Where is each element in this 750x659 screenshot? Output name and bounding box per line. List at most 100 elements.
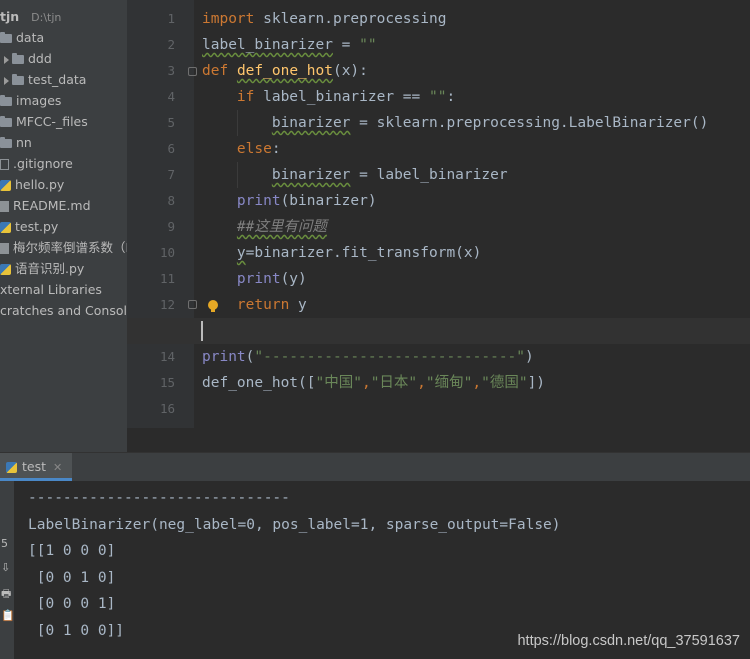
code-token: )	[525, 349, 534, 365]
line-number: 3	[167, 63, 175, 78]
project-item-label: .gitignore	[13, 156, 73, 171]
console-tool-icon[interactable]: 📋	[1, 609, 15, 622]
code-line[interactable]: label_binarizer = ""	[202, 32, 377, 58]
python-file-icon	[0, 180, 11, 191]
code-token: def_one_hot([	[202, 375, 316, 391]
code-token: (x):	[332, 63, 368, 79]
line-number: 16	[159, 401, 175, 416]
project-item[interactable]: test.py	[0, 216, 58, 237]
console-tool-icon[interactable]: ⇩	[1, 561, 10, 574]
project-item[interactable]: test_data	[4, 69, 86, 90]
console-tool-icon[interactable]: 5	[1, 537, 8, 550]
code-line[interactable]: import sklearn.preprocessing	[202, 6, 446, 32]
code-token: = label_binarizer	[350, 167, 508, 183]
project-item[interactable]: 梅尔频率倒谱系数（M	[0, 237, 127, 258]
line-number: 5	[167, 115, 175, 130]
code-token: = sklearn.preprocessing.LabelBinarizer()	[350, 115, 709, 131]
expand-arrow-icon[interactable]	[4, 76, 9, 85]
project-item[interactable]: xternal Libraries	[0, 279, 102, 300]
code-token: =	[332, 37, 360, 53]
code-line[interactable]: print(y)	[202, 266, 307, 292]
fold-marker-icon[interactable]	[188, 67, 197, 76]
console-output-line: [0 0 0 1]	[28, 596, 116, 612]
project-item-label: README.md	[13, 198, 91, 213]
project-item-label: hello.py	[15, 177, 65, 192]
project-item-label: cratches and Console	[0, 303, 127, 318]
code-line[interactable]: y=binarizer.fit_transform(x)	[202, 240, 481, 266]
console-output-line: [[1 0 0 0]	[28, 543, 116, 559]
project-item[interactable]: cratches and Console	[0, 300, 127, 321]
code-line[interactable]: print("-----------------------------")	[202, 344, 534, 370]
folder-icon	[12, 53, 24, 64]
code-token: ""	[429, 89, 447, 105]
project-item[interactable]: images	[0, 90, 61, 111]
project-root[interactable]: tjn D:\tjn	[0, 6, 61, 27]
code-token: print	[236, 271, 281, 287]
run-tab-label: test	[22, 459, 47, 474]
gitignore-file-icon	[0, 159, 9, 170]
project-item[interactable]: data	[0, 27, 44, 48]
project-item-label: nn	[16, 135, 32, 150]
code-token: (y)	[280, 271, 307, 287]
code-token: label_binarizer	[202, 37, 333, 53]
project-item[interactable]: README.md	[0, 195, 91, 216]
project-item[interactable]: MFCC-_files	[0, 111, 88, 132]
code-token: ])	[527, 375, 546, 391]
run-tab-test[interactable]: test ✕	[0, 453, 73, 481]
python-file-icon	[0, 264, 11, 275]
code-token: ,	[361, 375, 371, 391]
run-toolbar: test ✕	[0, 453, 750, 481]
code-line[interactable]: ##这里有问题	[202, 214, 327, 240]
code-line[interactable]: def def_one_hot(x):	[202, 58, 368, 84]
code-line[interactable]: binarizer = sklearn.preprocessing.LabelB…	[202, 110, 709, 136]
code-token: "-----------------------------"	[254, 349, 526, 365]
code-token: "德国"	[481, 375, 528, 391]
console-side-toolbar: 5 ⇩ 🖶 📋	[0, 481, 15, 659]
lightbulb-icon[interactable]	[208, 300, 218, 312]
code-line[interactable]: if label_binarizer == "":	[202, 84, 455, 110]
code-token: (binarizer)	[280, 193, 377, 209]
project-item[interactable]: .gitignore	[0, 153, 73, 174]
code-line[interactable]: else:	[202, 136, 281, 162]
code-line[interactable]: print(binarizer)	[202, 188, 377, 214]
folder-icon	[0, 95, 12, 106]
code-token: def_one_hot	[236, 63, 333, 79]
expand-arrow-icon[interactable]	[4, 55, 9, 64]
line-number: 9	[167, 219, 175, 234]
code-token: y	[236, 245, 246, 261]
project-item-label: MFCC-_files	[16, 114, 88, 129]
console-output-line: ------------------------------	[28, 490, 290, 506]
code-token: sklearn.preprocessing	[254, 11, 447, 27]
console-output-line: LabelBinarizer(neg_label=0, pos_label=1,…	[28, 516, 561, 533]
code-token: "中国"	[315, 375, 362, 391]
project-item[interactable]: nn	[0, 132, 32, 153]
project-root-name: tjn	[0, 9, 20, 24]
text-caret	[201, 321, 203, 341]
project-item[interactable]: 语音识别.py	[0, 258, 84, 279]
line-number: 1	[167, 11, 175, 26]
close-icon[interactable]: ✕	[53, 461, 62, 474]
project-item-label: xternal Libraries	[0, 282, 102, 297]
project-item[interactable]: hello.py	[0, 174, 64, 195]
project-root-path: D:\tjn	[31, 11, 62, 24]
code-line[interactable]: binarizer = label_binarizer	[202, 162, 508, 188]
line-number: 7	[167, 167, 175, 182]
code-line[interactable]: def_one_hot(["中国","日本","缅甸","德国"])	[202, 370, 545, 396]
folder-icon	[12, 74, 24, 85]
python-file-icon	[0, 222, 11, 233]
current-line-highlight	[127, 318, 750, 344]
project-item[interactable]: ddd	[4, 48, 52, 69]
fold-marker-icon[interactable]	[188, 300, 197, 309]
code-token: "日本"	[370, 375, 418, 391]
code-token: binarizer	[271, 115, 351, 131]
console-tool-icon[interactable]: 🖶	[1, 585, 11, 604]
code-token: import	[202, 11, 255, 27]
code-token: if	[236, 89, 255, 105]
markdown-file-icon	[0, 201, 9, 212]
folder-icon	[0, 32, 12, 43]
